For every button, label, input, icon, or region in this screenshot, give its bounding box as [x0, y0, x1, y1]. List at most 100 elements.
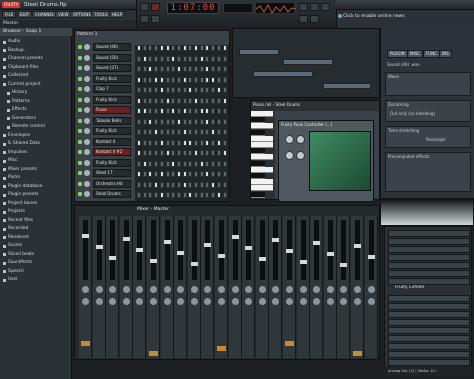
stereo-knob[interactable]	[136, 298, 144, 305]
volume-fader[interactable]	[299, 260, 307, 264]
channel-name-button[interactable]: Tubular Bells	[93, 116, 131, 125]
play-button[interactable]	[140, 3, 149, 11]
step-button[interactable]	[137, 192, 141, 198]
piano-key[interactable]	[251, 111, 273, 117]
browser-item[interactable]: Plugin database	[1, 183, 71, 191]
step-button[interactable]	[154, 171, 159, 177]
step-button[interactable]	[165, 192, 170, 198]
step-button[interactable]	[165, 66, 170, 72]
stereo-knob[interactable]	[245, 298, 253, 305]
step-button[interactable]	[194, 160, 198, 167]
stereo-knob[interactable]	[82, 298, 89, 305]
step-button[interactable]	[142, 66, 147, 72]
step-button[interactable]	[222, 45, 227, 51]
channel-volume-knob[interactable]	[84, 75, 90, 82]
step-button[interactable]	[182, 76, 187, 83]
step-button[interactable]	[142, 129, 147, 135]
stereo-knob[interactable]	[258, 298, 266, 305]
browser-item[interactable]: Speech	[1, 268, 71, 276]
mixer-track[interactable]	[174, 216, 188, 358]
plugin-knob[interactable]	[285, 151, 294, 160]
browser-item[interactable]: Envelopes	[1, 132, 71, 140]
step-button[interactable]	[159, 87, 164, 93]
step-button[interactable]	[205, 129, 210, 135]
news-text[interactable]: Click to enable online news	[343, 14, 405, 19]
step-button[interactable]	[205, 171, 210, 177]
step-button[interactable]	[216, 150, 221, 156]
mixer-track[interactable]	[119, 216, 133, 358]
step-button[interactable]	[176, 160, 181, 167]
channel-volume-knob[interactable]	[84, 159, 90, 166]
step-button[interactable]	[171, 97, 176, 104]
step-button[interactable]	[216, 181, 221, 188]
browser-view-button[interactable]	[310, 15, 319, 23]
piano-key[interactable]	[251, 129, 265, 136]
step-button[interactable]	[205, 139, 210, 146]
step-button[interactable]	[165, 45, 170, 51]
channel-volume-knob[interactable]	[84, 107, 90, 113]
limiter-parameter[interactable]	[388, 327, 470, 334]
step-button[interactable]	[211, 181, 216, 188]
step-button[interactable]	[148, 129, 153, 135]
playlist-clip[interactable]	[323, 83, 371, 89]
channel-row[interactable]: Steel 17	[77, 169, 133, 178]
browser-item[interactable]: Misc	[1, 157, 71, 165]
step-button[interactable]	[199, 97, 204, 104]
step-button[interactable]	[194, 97, 198, 104]
volume-fader[interactable]	[109, 256, 117, 260]
channel-mute-led[interactable]	[78, 129, 82, 133]
tab-ins[interactable]: INS	[439, 50, 452, 58]
step-button[interactable]	[194, 76, 198, 83]
step-button[interactable]	[211, 139, 216, 146]
step-button[interactable]	[137, 108, 141, 114]
step-button[interactable]	[205, 192, 210, 198]
pan-knob[interactable]	[218, 286, 225, 293]
step-sequencer-grid[interactable]	[135, 45, 229, 201]
piano-key[interactable]	[251, 160, 265, 167]
step-button[interactable]	[205, 97, 210, 104]
step-button[interactable]	[148, 55, 153, 62]
limiter-parameter[interactable]	[388, 311, 470, 318]
step-button[interactable]	[159, 181, 164, 188]
step-button[interactable]	[165, 76, 170, 83]
limiter-parameter[interactable]	[388, 295, 470, 302]
browser-item[interactable]: Patterns	[1, 98, 71, 106]
step-button[interactable]	[211, 66, 216, 72]
step-button[interactable]	[176, 87, 181, 93]
step-button[interactable]	[176, 181, 181, 188]
pan-knob[interactable]	[299, 286, 307, 293]
step-button[interactable]	[148, 108, 153, 114]
step-button[interactable]	[199, 76, 204, 83]
channel-mute-led[interactable]	[78, 181, 82, 186]
step-button[interactable]	[148, 192, 153, 198]
step-button[interactable]	[216, 129, 221, 135]
browser-item[interactable]: Sliced beats	[1, 251, 71, 259]
channel-row[interactable]: Flave	[77, 106, 133, 115]
mixer-track[interactable]	[364, 216, 378, 358]
step-button[interactable]	[148, 87, 153, 93]
step-button[interactable]	[165, 171, 170, 177]
mixer-track[interactable]	[296, 216, 310, 358]
menu-view[interactable]: VIEW	[55, 11, 72, 18]
step-button[interactable]	[216, 139, 221, 146]
step-button[interactable]	[159, 55, 164, 62]
browser-item[interactable]: Audio	[1, 38, 71, 46]
volume-fader[interactable]	[136, 248, 144, 252]
volume-fader[interactable]	[163, 240, 171, 244]
pan-knob[interactable]	[95, 286, 103, 293]
step-button[interactable]	[171, 129, 176, 135]
step-button[interactable]	[199, 118, 204, 125]
route-button[interactable]	[285, 341, 294, 346]
step-button[interactable]	[188, 108, 193, 114]
channel-name-button[interactable]: Flave	[93, 106, 131, 114]
step-button[interactable]	[182, 118, 187, 125]
channel-row[interactable]: Sound (37)	[77, 64, 133, 73]
pan-knob[interactable]	[177, 286, 185, 293]
step-button[interactable]	[222, 66, 227, 72]
step-button[interactable]	[216, 55, 221, 62]
mixer-view-button[interactable]	[321, 3, 330, 11]
pattern-song-toggle[interactable]	[151, 15, 160, 23]
step-button[interactable]	[159, 76, 164, 83]
step-button[interactable]	[154, 55, 159, 62]
pan-knob[interactable]	[231, 286, 239, 293]
